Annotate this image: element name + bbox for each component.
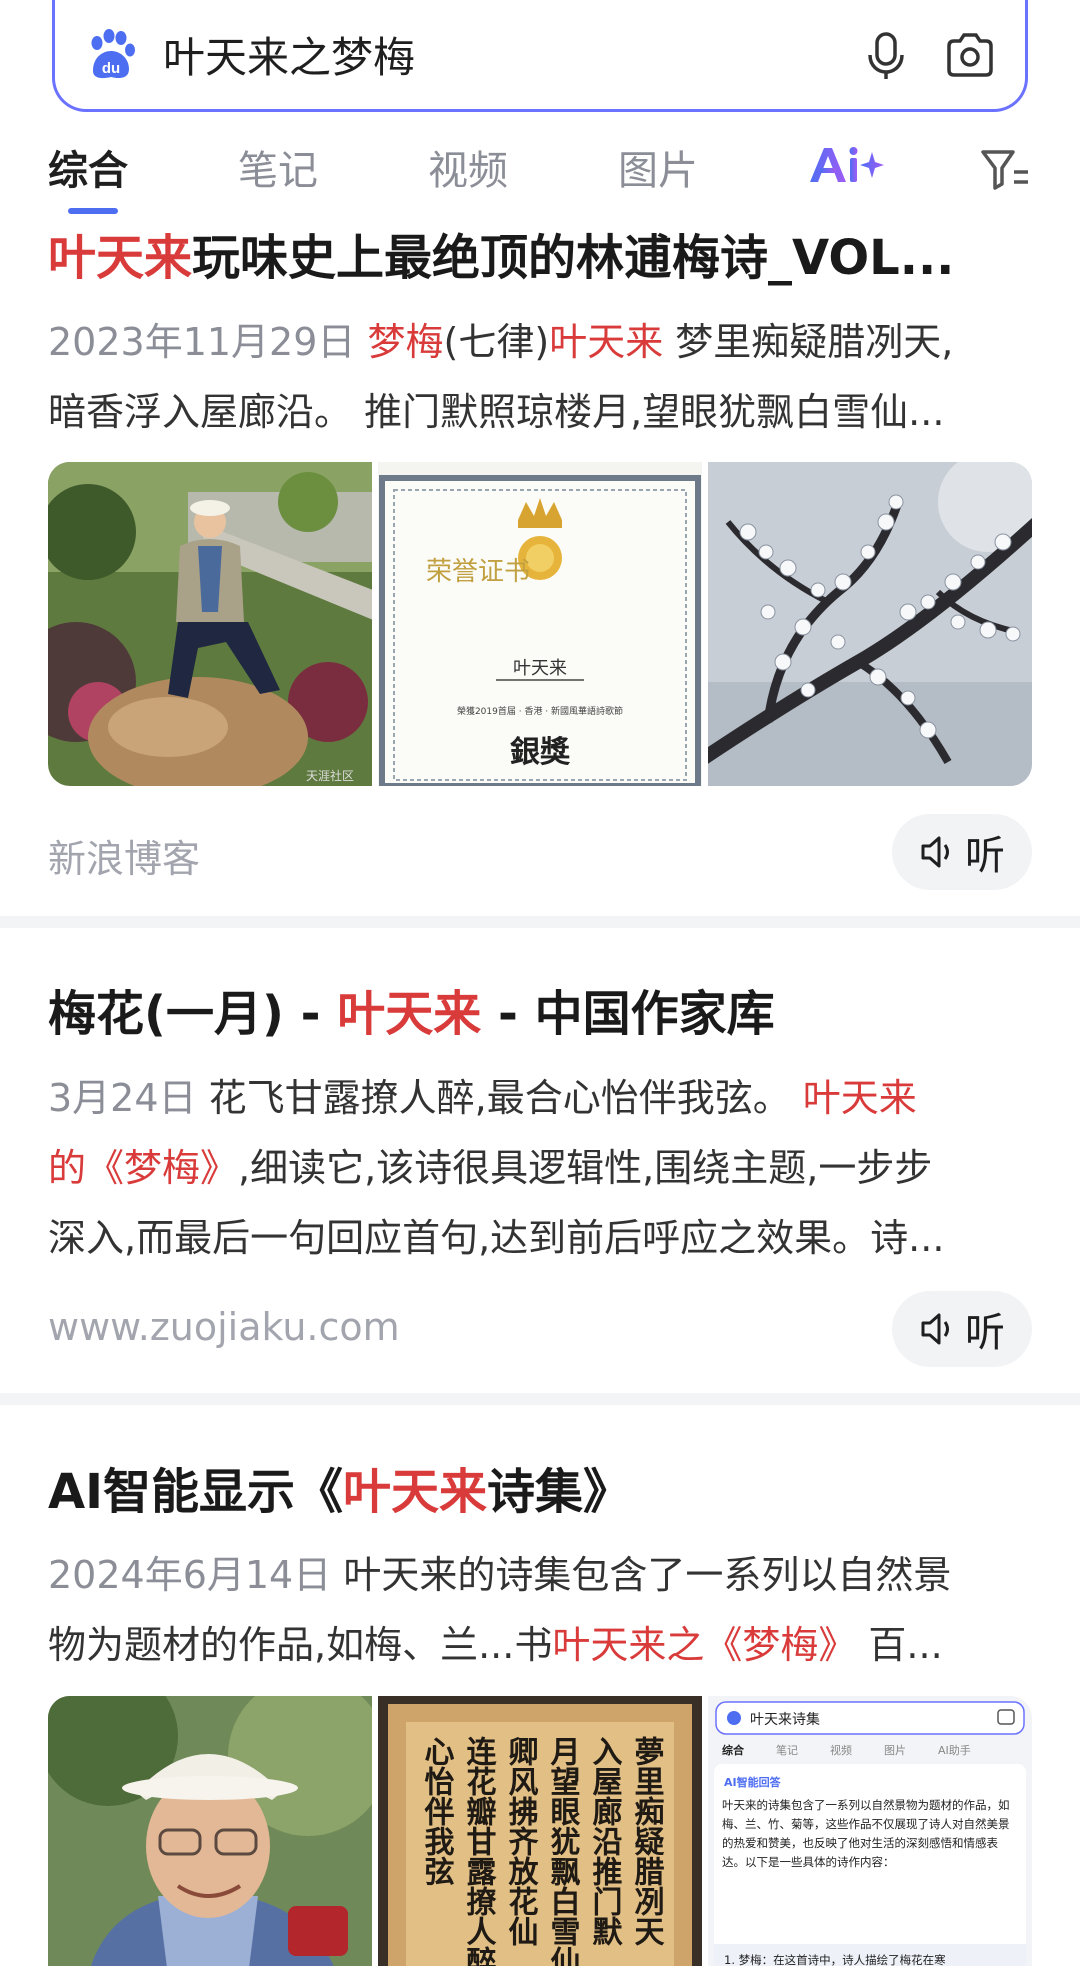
photo-certificate[interactable]: 荣誉证书 叶天来 榮獲2019首届 · 香港 · 新國風華語詩歌節 銀獎 (378, 462, 702, 786)
mini-ai-label: AI智能回答 (724, 1775, 782, 1789)
title-text: 玩味史上最绝顶的林逋梅诗_VOL... (192, 230, 955, 286)
mini-tab: 综合 (722, 1743, 745, 1757)
photo-man-on-rock[interactable]: 天涯社区 (48, 462, 372, 786)
result-image-row-3: 夢里痴疑腊冽天 入屋廊沿推门默 月望眼犹飘白雪仙 卿风拂齐放花仙 连花瓣甘露撩人… (48, 1696, 1032, 1966)
calligraphy-column: 连花瓣甘露撩人醉 (461, 1736, 497, 1966)
result-divider (0, 1393, 1080, 1405)
snippet-text: 花飞甘露撩人醉,最合心怡伴我弦。 (196, 1076, 803, 1120)
snippet-text: 叶天来的诗集包含了一系列以自然景 (331, 1553, 952, 1597)
snippet-highlight: 叶天来 (549, 320, 664, 364)
listen-button-1[interactable]: 听 (892, 814, 1032, 890)
snippet-highlight: 的《梦梅》 (48, 1146, 239, 1190)
active-tab-indicator (68, 208, 118, 214)
listen-label: 听 (965, 1310, 1005, 1356)
filter-icon[interactable] (980, 146, 1030, 192)
photo-plum-blossom-painting[interactable] (708, 462, 1032, 786)
snippet-text: 深入,而最后一句回应首句,达到前后呼应之效果。诗... (48, 1216, 945, 1260)
result-title-2[interactable]: 梅花(一月) - 叶天来 - 中国作家库 (48, 974, 1038, 1044)
search-bar[interactable]: du 叶天来之梦梅 (52, 0, 1028, 112)
mini-tab: 视频 (830, 1743, 852, 1757)
mini-tab: 笔记 (776, 1743, 798, 1757)
mini-ai-body: 叶天来的诗集包含了一系列以自然景物为题材的作品，如梅、兰、竹、菊等，这些作品不仅… (722, 1798, 1010, 1869)
certificate-award: 銀獎 (510, 735, 571, 770)
mini-ai-item: 1. 梦梅：在这首诗中，诗人描绘了梅花在寒 (724, 1953, 946, 1966)
tab-bar: 综合 笔记 视频 图片 (0, 138, 1080, 198)
result-image-row-1: 天涯社区 荣誉证书 叶天来 榮獲2019首届 · 香港 · 新國風華語詩歌節 銀… (48, 462, 1032, 786)
title-text: 梅花(一月) - (48, 986, 338, 1042)
snippet-highlight: 梦梅 (367, 320, 444, 364)
snippet-highlight: 叶天来 (802, 1076, 917, 1120)
calligraphy-column: 夢里痴疑腊冽天 (629, 1736, 665, 1946)
svg-text:du: du (102, 60, 120, 77)
snippet-text: 梦里痴疑腊冽天, (663, 320, 954, 364)
photo-calligraphy-scroll[interactable]: 夢里痴疑腊冽天 入屋廊沿推门默 月望眼犹飘白雪仙 卿风拂齐放花仙 连花瓣甘露撩人… (378, 1696, 702, 1966)
snippet-text: 百... (856, 1623, 943, 1667)
mini-search-text: 叶天来诗集 (750, 1711, 820, 1728)
mini-tab: AI助手 (938, 1743, 971, 1757)
snippet-highlight: 叶天来之《梦梅》 (552, 1623, 857, 1667)
title-highlight: 叶天来 (343, 1464, 488, 1520)
tab-videos[interactable]: 视频 (428, 138, 508, 196)
result-date: 3月24日 (48, 1076, 197, 1120)
result-source-1[interactable]: 新浪博客 (48, 828, 200, 883)
result-source-2[interactable]: www.zuojiaku.com (48, 1305, 400, 1349)
watermark: 天涯社区 (306, 768, 354, 783)
calligraphy-column: 入屋廊沿推门默 (587, 1736, 623, 1946)
result-divider (0, 916, 1080, 928)
photo-app-screenshot[interactable]: 叶天来诗集 综合 笔记 视频 图片 AI助手 AI智能回答 叶天来的诗集包含了一… (708, 1696, 1032, 1966)
title-text: - 中国作家库 (481, 986, 775, 1042)
title-text: AI智能显示《 (48, 1464, 344, 1520)
snippet-text: 暗香浮入屋廊沿。 推门默照琼楼月,望眼犹飘白雪仙... (48, 390, 945, 434)
snippet-text: 物为题材的作品,如梅、兰...书 (48, 1623, 553, 1667)
result-snippet-1: 2023年11月29日 梦梅(七律)叶天来 梦里痴疑腊冽天, 暗香浮入屋廊沿。 … (48, 307, 1032, 447)
certificate-title: 荣誉证书 (426, 557, 530, 587)
speaker-icon (921, 836, 949, 868)
baidu-paw-logo-icon: du (91, 28, 135, 78)
tab-ai-assistant-icon[interactable] (806, 140, 886, 192)
tab-all[interactable]: 综合 (48, 138, 128, 196)
title-text: 诗集》 (487, 1464, 632, 1520)
listen-button-2[interactable]: 听 (892, 1291, 1032, 1367)
speaker-icon (921, 1313, 949, 1345)
result-snippet-3: 2024年6月14日 叶天来的诗集包含了一系列以自然景 物为题材的作品,如梅、兰… (48, 1540, 1032, 1680)
title-highlight: 叶天来 (337, 986, 482, 1042)
photo-man-portrait[interactable] (48, 1696, 372, 1966)
calligraphy-column: 心怡伴我弦 (419, 1736, 456, 1886)
listen-label: 听 (965, 833, 1005, 879)
tab-notes[interactable]: 笔记 (238, 138, 318, 196)
search-input[interactable]: 叶天来之梦梅 (163, 24, 829, 85)
calligraphy-column: 月望眼犹飘白雪仙 (545, 1736, 581, 1966)
title-highlight: 叶天来 (48, 230, 193, 286)
snippet-text: ,细读它,该诗很具逻辑性,围绕主题,一步步 (238, 1146, 933, 1190)
snippet-text: (七律) (443, 320, 550, 364)
microphone-icon[interactable] (859, 28, 913, 82)
result-date: 2023年11月29日 (48, 320, 356, 364)
mini-tab: 图片 (884, 1744, 906, 1757)
certificate-name: 叶天来 (513, 658, 567, 679)
result-date: 2024年6月14日 (48, 1553, 332, 1597)
tab-images[interactable]: 图片 (618, 138, 698, 196)
result-snippet-2: 3月24日 花飞甘露撩人醉,最合心怡伴我弦。 叶天来 的《梦梅》,细读它,该诗很… (48, 1063, 1032, 1273)
certificate-subtitle: 榮獲2019首届 · 香港 · 新國風華語詩歌節 (457, 705, 623, 717)
result-title-3[interactable]: AI智能显示《叶天来诗集》 (48, 1452, 1038, 1522)
calligraphy-column: 卿风拂齐放花仙 (503, 1736, 540, 1946)
camera-icon[interactable] (943, 28, 997, 82)
result-title-1[interactable]: 叶天来玩味史上最绝顶的林逋梅诗_VOL... (48, 218, 1038, 288)
